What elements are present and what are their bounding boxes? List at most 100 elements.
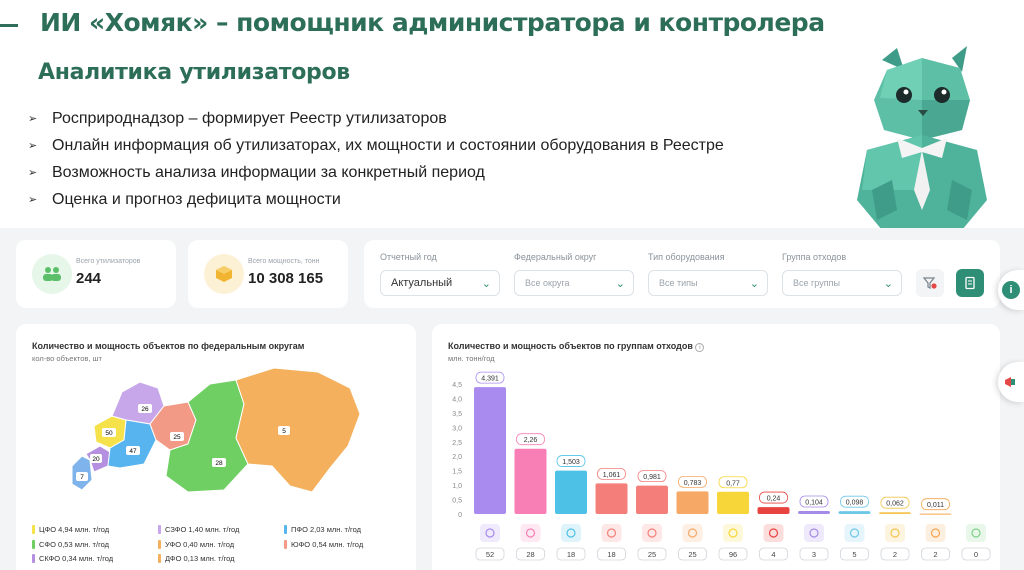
chevron-down-icon: ⌄ <box>615 277 625 290</box>
map-legend-item: СФО 0,53 млн. т/год <box>32 540 109 549</box>
legend-swatch <box>284 525 287 534</box>
map-count-label: 26 <box>141 406 149 413</box>
map-count-label: 28 <box>215 460 223 467</box>
bar[interactable] <box>919 513 952 515</box>
megaphone-icon <box>1005 377 1015 387</box>
bar[interactable] <box>838 511 871 514</box>
bar[interactable] <box>717 491 749 514</box>
data-label: 0,098 <box>846 500 864 507</box>
report-button[interactable] <box>956 269 984 297</box>
rubber-icon[interactable] <box>642 524 662 542</box>
map-count-label: 25 <box>173 434 181 441</box>
bar[interactable] <box>757 507 790 514</box>
object-count-label: 96 <box>729 550 737 559</box>
object-count-label: 28 <box>526 550 534 559</box>
map-count-label: 5 <box>282 428 286 435</box>
electronics-icon[interactable] <box>844 524 865 542</box>
clear-filter-button[interactable] <box>916 269 944 297</box>
hamster-mascot-image <box>857 46 987 230</box>
map-legend-item: СКФО 0,34 млн. т/год <box>32 554 113 563</box>
bullet-item: ➢ Оценка и прогноз дефицита мощности <box>28 190 341 208</box>
chevron-down-icon: ⌄ <box>883 277 893 290</box>
data-label: 0,011 <box>927 502 944 509</box>
map-legend-item: ЮФО 0,54 млн. т/год <box>284 540 363 549</box>
slide-subtitle: Аналитика утилизаторов <box>38 60 350 85</box>
legend-swatch <box>32 554 35 563</box>
bar[interactable] <box>636 485 668 514</box>
data-label: 4,391 <box>481 376 499 383</box>
bar-chart: 00,51,01,52,02,53,03,54,04,54,391522,262… <box>452 371 991 561</box>
y-tick-label: 4,5 <box>452 382 462 389</box>
map-count-label: 20 <box>92 456 100 463</box>
object-count-label: 3 <box>812 550 816 559</box>
data-label: 0,981 <box>643 474 661 481</box>
plant-icon[interactable] <box>966 524 986 542</box>
data-label: 1,503 <box>562 459 580 466</box>
year-select[interactable]: Актуальный ⌄ <box>380 270 500 296</box>
bar[interactable] <box>555 470 587 514</box>
bar-chart-ylabel: млн. тонн/год <box>448 354 495 363</box>
map-title: Количество и мощность объектов по федера… <box>32 341 305 351</box>
legend-swatch <box>158 554 161 563</box>
filters-card: Отчетный год Актуальный ⌄ Федеральный окр… <box>364 240 1000 308</box>
legend-swatch <box>32 540 35 549</box>
chevron-down-icon: ⌄ <box>749 277 759 290</box>
district-select[interactable]: Все округа ⌄ <box>514 270 634 296</box>
bar[interactable] <box>676 491 709 514</box>
bar[interactable] <box>474 387 506 514</box>
brick-icon[interactable] <box>682 524 703 542</box>
bullet-list: ➢ Росприроднадзор – формирует Реестр утил… <box>28 105 724 213</box>
legend-text: ДФО 0,13 млн. т/год <box>165 554 235 563</box>
legend-swatch <box>32 525 35 534</box>
legend-text: СКФО 0,34 млн. т/год <box>39 554 114 563</box>
filter-label-equipment: Тип оборудования <box>648 252 725 262</box>
data-label: 0,77 <box>726 480 740 487</box>
waste-group-select[interactable]: Все группы ⌄ <box>782 270 902 296</box>
bar[interactable] <box>798 510 830 514</box>
paper-icon[interactable] <box>480 524 500 542</box>
equipment-select[interactable]: Все типы ⌄ <box>648 270 768 296</box>
accent-line <box>0 24 18 27</box>
y-tick-label: 1,5 <box>452 469 462 476</box>
info-icon[interactable]: i <box>695 343 705 352</box>
bullet-item: ➢ Онлайн информация об утилизаторах, их м… <box>28 136 724 154</box>
y-tick-label: 3,5 <box>452 411 462 418</box>
arrow-bullet-icon: ➢ <box>28 167 38 179</box>
bar[interactable] <box>514 448 547 514</box>
data-label: 0,783 <box>684 480 702 487</box>
stat-card-capacity: Всего мощность, тонн 10 308 165 <box>188 240 348 308</box>
box-icon[interactable] <box>763 524 784 542</box>
map-legend-item: ЦФО 4,94 млн. т/год <box>32 525 109 534</box>
stat-card-utilizers: Всего утилизаторов 244 <box>16 240 176 308</box>
document-icon <box>965 276 975 290</box>
stat-value: 244 <box>76 270 102 287</box>
object-count-label: 0 <box>974 550 978 559</box>
arrow-bullet-icon: ➢ <box>28 113 38 125</box>
legend-text: СФО 0,53 млн. т/год <box>39 540 110 549</box>
data-label: 0,062 <box>886 501 904 508</box>
object-count-label: 4 <box>771 550 775 559</box>
object-count-label: 2 <box>893 550 897 559</box>
object-count-label: 5 <box>852 550 856 559</box>
bar[interactable] <box>595 483 628 514</box>
y-tick-label: 2,5 <box>452 440 462 447</box>
object-count-label: 2 <box>933 550 937 559</box>
dashboard-panel: Всего утилизаторов 244 Всего мощность, т… <box>0 228 1024 570</box>
map-count-label: 7 <box>80 474 84 481</box>
map-region[interactable] <box>235 368 361 493</box>
bottle-icon[interactable] <box>520 524 541 542</box>
filter-label-waste-group: Группа отходов <box>782 252 847 262</box>
metal-icon[interactable] <box>601 524 622 542</box>
bar-chart-title: Количество и мощность объектов по группа… <box>448 341 705 352</box>
stat-label: Всего утилизаторов <box>76 258 141 265</box>
bar[interactable] <box>879 512 911 514</box>
textile-icon[interactable] <box>804 524 824 542</box>
oil-icon[interactable] <box>925 524 946 542</box>
data-label: 0,104 <box>805 499 823 506</box>
lamp-icon[interactable] <box>885 524 905 542</box>
battery-icon[interactable] <box>723 524 743 542</box>
legend-swatch <box>158 525 161 534</box>
data-label: 2,26 <box>524 437 538 444</box>
recycle-icon[interactable] <box>561 524 581 542</box>
data-label: 0,24 <box>767 496 781 503</box>
